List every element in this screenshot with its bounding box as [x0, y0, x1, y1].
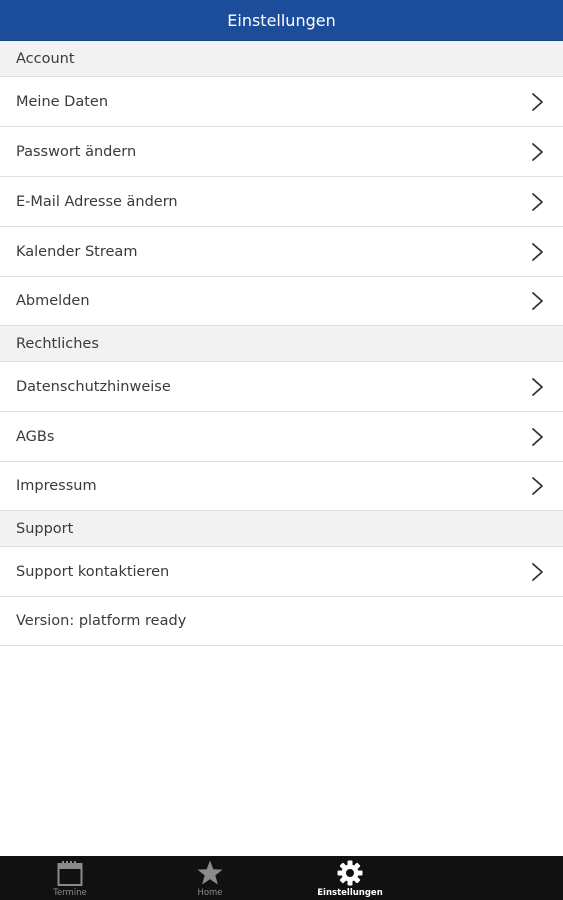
- settings-item-label: Support kontaktieren: [16, 563, 170, 580]
- section-header-rechtliches: Rechtliches: [0, 326, 563, 362]
- chevron-right-icon: [532, 562, 543, 581]
- tab-einstellungen[interactable]: Einstellungen: [280, 856, 420, 900]
- tab-home[interactable]: Home: [140, 856, 280, 900]
- section-header-support: Support: [0, 511, 563, 547]
- settings-item-label: E-Mail Adresse ändern: [16, 193, 178, 210]
- settings-item-datenschutzhinweise[interactable]: Datenschutzhinweise: [0, 362, 563, 412]
- settings-item-impressum[interactable]: Impressum: [0, 462, 563, 511]
- tab-label: Home: [197, 888, 223, 898]
- settings-item-support-kontaktieren[interactable]: Support kontaktieren: [0, 547, 563, 597]
- chevron-right-icon: [532, 142, 543, 161]
- settings-item-meine-daten[interactable]: Meine Daten: [0, 77, 563, 127]
- tab-termine[interactable]: Termine: [0, 856, 140, 900]
- section-title: Support: [16, 520, 74, 537]
- version-row: Version: platform ready: [0, 597, 563, 646]
- section-title: Rechtliches: [16, 335, 99, 352]
- settings-item-email-aendern[interactable]: E-Mail Adresse ändern: [0, 177, 563, 227]
- app-header: Einstellungen: [0, 0, 563, 41]
- star-icon: [197, 860, 223, 885]
- chevron-right-icon: [532, 92, 543, 111]
- settings-item-passwort-aendern[interactable]: Passwort ändern: [0, 127, 563, 177]
- section-header-account: Account: [0, 41, 563, 77]
- page-title: Einstellungen: [227, 10, 336, 30]
- settings-item-kalender-stream[interactable]: Kalender Stream: [0, 227, 563, 277]
- chevron-right-icon: [532, 427, 543, 446]
- tab-label: Termine: [53, 888, 87, 898]
- chevron-right-icon: [532, 292, 543, 310]
- calendar-icon: [57, 861, 83, 886]
- chevron-right-icon: [532, 192, 543, 211]
- section-title: Account: [16, 50, 75, 67]
- version-label: Version: platform ready: [16, 613, 187, 629]
- settings-item-label: AGBs: [16, 428, 55, 445]
- settings-item-abmelden[interactable]: Abmelden: [0, 277, 563, 326]
- gear-icon: [337, 860, 363, 886]
- tab-label: Einstellungen: [317, 888, 383, 898]
- settings-item-label: Passwort ändern: [16, 143, 137, 160]
- chevron-right-icon: [532, 477, 543, 495]
- settings-item-label: Impressum: [16, 478, 97, 494]
- settings-item-label: Meine Daten: [16, 93, 109, 110]
- settings-item-agbs[interactable]: AGBs: [0, 412, 563, 462]
- settings-item-label: Kalender Stream: [16, 243, 138, 260]
- settings-item-label: Abmelden: [16, 293, 90, 309]
- bottom-tab-bar: Termine Home Einstellungen: [0, 856, 563, 900]
- chevron-right-icon: [532, 377, 543, 396]
- chevron-right-icon: [532, 242, 543, 261]
- settings-item-label: Datenschutzhinweise: [16, 378, 171, 395]
